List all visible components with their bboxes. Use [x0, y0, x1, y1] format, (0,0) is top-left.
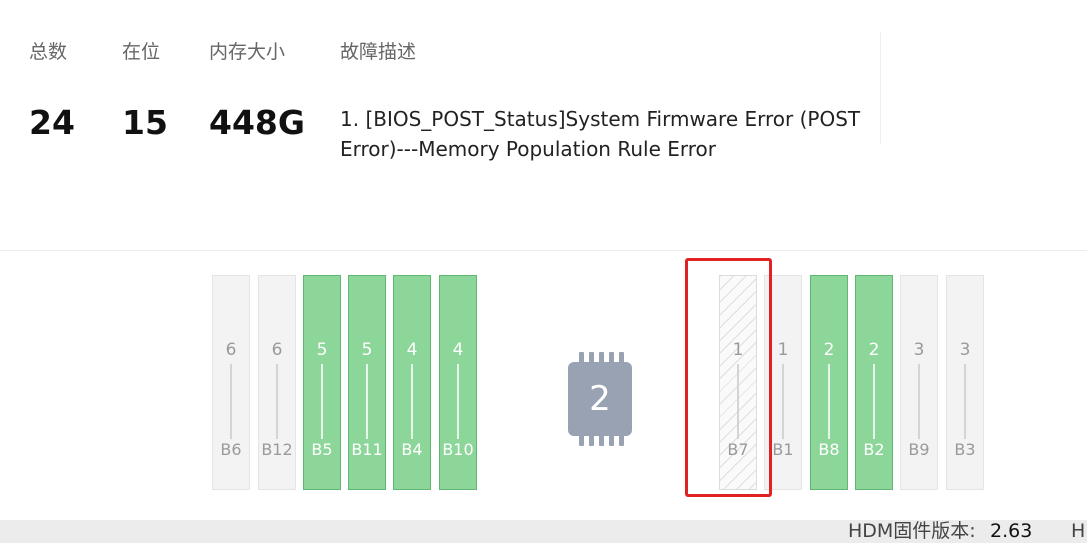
- fault-description-label: 故障描述: [340, 41, 417, 63]
- firmware-version-label: HDM固件版本:: [848, 520, 976, 542]
- fault-description-text: 1. [BIOS_POST_Status]System Firmware Err…: [340, 107, 861, 161]
- present-count: 15: [122, 103, 168, 142]
- slot-name: B3: [954, 440, 976, 459]
- cpu-pin: [619, 435, 624, 446]
- slot-bar: [782, 364, 784, 439]
- slot-channel-number: 6: [225, 340, 237, 360]
- slot-bar: [873, 364, 875, 439]
- slot-channel-number: 4: [452, 340, 464, 360]
- section-divider: [0, 250, 1087, 251]
- slot-bar: [964, 364, 966, 439]
- slot-channel-number: 2: [868, 340, 880, 360]
- slot-name: B10: [442, 440, 474, 459]
- total-label: 总数: [29, 41, 68, 63]
- slot-channel-number: 5: [361, 340, 373, 360]
- memory-slot-b11[interactable]: 5 B11: [348, 275, 386, 490]
- slot-name: B11: [351, 440, 383, 459]
- cpu-number: 2: [589, 379, 611, 419]
- slot-name: B4: [401, 440, 423, 459]
- summary-divider: [880, 32, 881, 144]
- slot-bar: [457, 364, 459, 439]
- slot-channel-number: 4: [406, 340, 418, 360]
- memory-slot-b9[interactable]: 3 B9: [900, 275, 938, 490]
- slot-bar: [321, 364, 323, 439]
- memory-summary: 总数 在位 内存大小 故障描述 24 15 448G 1. [BIOS_POST…: [0, 0, 1087, 250]
- memory-slot-b4[interactable]: 4 B4: [393, 275, 431, 490]
- slot-name: B6: [220, 440, 242, 459]
- memory-slot-b5[interactable]: 5 B5: [303, 275, 341, 490]
- memory-slot-b8[interactable]: 2 B8: [810, 275, 848, 490]
- memory-size-value: 448G: [209, 103, 305, 142]
- slot-bar: [411, 364, 413, 439]
- cpu-pin: [599, 435, 604, 446]
- memory-slot-b3[interactable]: 3 B3: [946, 275, 984, 490]
- slot-channel-number: 3: [959, 340, 971, 360]
- slot-channel-number: 2: [823, 340, 835, 360]
- cpu-pin: [589, 435, 594, 446]
- memory-slot-b12[interactable]: 6 B12: [258, 275, 296, 490]
- slot-channel-number: 5: [316, 340, 328, 360]
- memory-slot-b10[interactable]: 4 B10: [439, 275, 477, 490]
- fault-highlight-box: [685, 258, 772, 497]
- slot-name: B8: [818, 440, 840, 459]
- slot-bar: [230, 364, 232, 439]
- firmware-version-value: 2.63: [990, 520, 1033, 542]
- cpu-chip-icon: 2: [562, 350, 638, 448]
- slot-bar: [828, 364, 830, 439]
- slot-channel-number: 3: [913, 340, 925, 360]
- cpu-pin: [579, 435, 584, 446]
- slot-channel-number: 6: [271, 340, 283, 360]
- memory-slot-b6[interactable]: 6 B6: [212, 275, 250, 490]
- slot-bar: [918, 364, 920, 439]
- slot-bar: [276, 364, 278, 439]
- slot-name: B12: [261, 440, 293, 459]
- memory-slot-b2[interactable]: 2 B2: [855, 275, 893, 490]
- slot-name: B5: [311, 440, 333, 459]
- present-label: 在位: [122, 41, 161, 63]
- cpu-pin: [609, 435, 614, 446]
- total-count: 24: [29, 103, 75, 142]
- footer-truncated-text: H: [1071, 520, 1086, 542]
- slot-name: B9: [908, 440, 930, 459]
- slot-name: B2: [863, 440, 885, 459]
- slot-bar: [366, 364, 368, 439]
- memory-size-label: 内存大小: [209, 41, 286, 63]
